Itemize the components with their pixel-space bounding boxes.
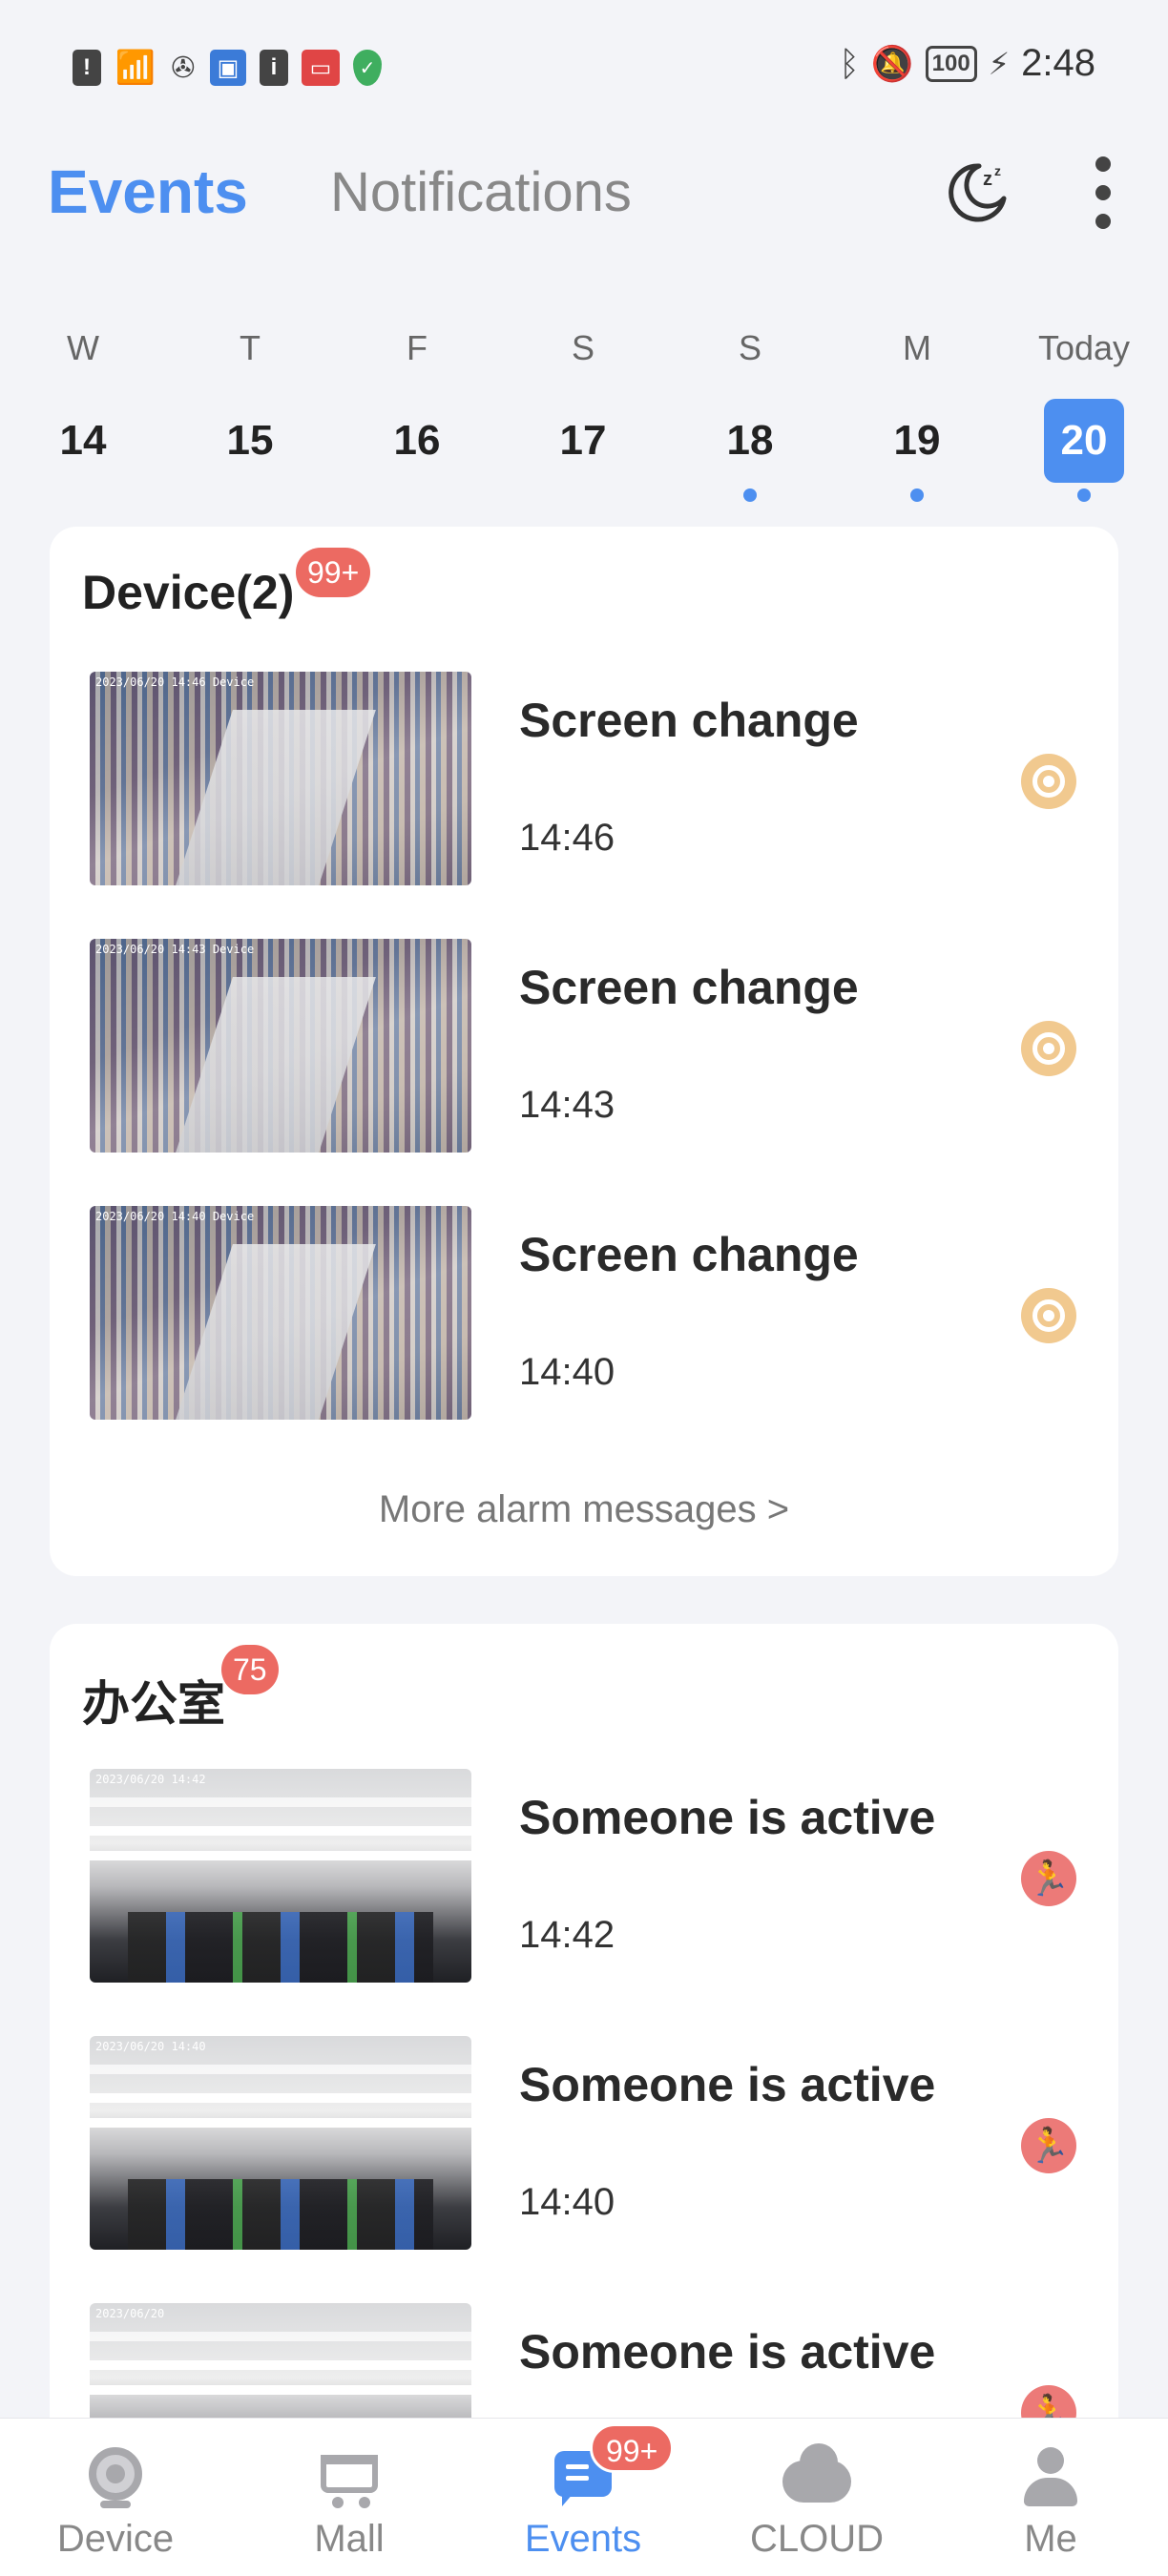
more-alarm-messages-link[interactable]: More alarm messages > <box>50 1488 1118 1531</box>
status-icons-left: ! 📶 ✇ ▣ i ▭ ✓ <box>73 50 382 86</box>
event-time: 14:40 <box>519 2181 615 2223</box>
alert-icon: ! <box>73 50 101 86</box>
shield-icon: ✓ <box>353 50 382 86</box>
event-item[interactable]: 2023/06/20 14:43 Device Screen change 14… <box>90 939 1082 1153</box>
event-time: 14:40 <box>519 1351 615 1393</box>
day-of-week: T <box>240 328 261 367</box>
day-20-today[interactable]: Today 20 <box>1027 324 1141 502</box>
bluetooth-icon: ᛒ <box>839 43 860 83</box>
group-title[interactable]: Device(2) <box>82 565 294 620</box>
event-time: 14:42 <box>519 1914 615 1956</box>
status-icons-right: ᛒ 🔕 100 ⚡ 2:48 <box>839 42 1095 85</box>
unread-badge: 99+ <box>296 548 371 597</box>
more-dot-icon <box>1095 156 1111 172</box>
nav-cloud[interactable]: CLOUD <box>712 2419 922 2576</box>
screen-change-icon <box>1021 1021 1076 1076</box>
motion-icon: 🏃 <box>1021 2118 1076 2173</box>
event-time: 14:46 <box>519 817 615 859</box>
event-snapshot[interactable]: 2023/06/20 14:46 Device <box>90 672 471 885</box>
nav-label: Device <box>56 2518 175 2560</box>
event-title: Someone is active <box>519 2058 936 2111</box>
cart-icon <box>321 2447 378 2508</box>
app-icon: ▣ <box>210 50 246 86</box>
nav-device[interactable]: Device <box>10 2419 220 2576</box>
svg-text:z: z <box>994 163 1001 178</box>
event-dot <box>1077 488 1091 502</box>
day-number: 16 <box>393 417 441 464</box>
day-19[interactable]: M 19 <box>860 324 974 502</box>
bottom-navigation: Device Mall Events CLOUD Me <box>0 2418 1168 2576</box>
cloud-icon <box>782 2443 851 2508</box>
event-item[interactable]: 2023/06/20 14:46 Device Screen change 14… <box>90 672 1082 885</box>
day-of-week: F <box>407 328 428 367</box>
event-group-card: Device(2) 99+ 2023/06/20 14:46 Device Sc… <box>50 527 1118 1576</box>
event-title: Screen change <box>519 961 859 1014</box>
day-17[interactable]: S 17 <box>526 324 640 502</box>
day-number: 14 <box>59 417 107 464</box>
header: Events Notifications z z <box>0 143 1168 248</box>
sim-icon: ✇ <box>171 52 196 84</box>
day-of-week: S <box>571 328 594 367</box>
nav-label: Me <box>1024 2518 1077 2560</box>
screen-change-icon <box>1021 754 1076 809</box>
day-number: 20 <box>1044 399 1124 483</box>
day-of-week: Today <box>1037 328 1131 367</box>
more-dot-icon <box>1095 214 1111 229</box>
day-number: 18 <box>726 417 774 464</box>
unread-badge: 75 <box>221 1645 279 1694</box>
events-unread-badge: 99+ <box>590 2423 675 2473</box>
battery-icon: 100 <box>925 45 977 82</box>
moon-icon: z z <box>949 163 1007 222</box>
nav-me[interactable]: Me <box>946 2419 1156 2576</box>
day-number: 17 <box>559 417 607 464</box>
event-item[interactable]: 2023/06/20 14:40 Someone is active 14:40… <box>90 2036 1082 2250</box>
date-selector: W 14 T 15 F 16 S 17 S 18 M 19 Today 20 <box>0 324 1168 506</box>
event-title: Screen change <box>519 1228 859 1281</box>
mute-icon: 🔕 <box>870 43 914 83</box>
nav-label: CLOUD <box>749 2518 885 2560</box>
day-16[interactable]: F 16 <box>360 324 474 502</box>
clock: 2:48 <box>1021 42 1095 84</box>
event-time: 14:43 <box>519 1084 615 1126</box>
more-dot-icon <box>1095 185 1111 200</box>
nav-label: Events <box>524 2518 642 2560</box>
day-of-week: M <box>903 328 931 367</box>
day-15[interactable]: T 15 <box>193 324 307 502</box>
event-group-card: 办公室 75 2023/06/20 14:42 Someone is activ… <box>50 1624 1118 2483</box>
status-bar: ! 📶 ✇ ▣ i ▭ ✓ ᛒ 🔕 100 ⚡ 2:48 <box>0 0 1168 134</box>
tab-events[interactable]: Events <box>48 156 248 227</box>
nav-label: Mall <box>314 2518 385 2560</box>
event-item[interactable]: 2023/06/20 14:42 Someone is active 14:42… <box>90 1769 1082 1983</box>
event-snapshot[interactable]: 2023/06/20 14:42 <box>90 1769 471 1983</box>
event-snapshot[interactable]: 2023/06/20 14:40 <box>90 2036 471 2250</box>
day-14[interactable]: W 14 <box>26 324 140 502</box>
tv-icon: ▭ <box>302 50 340 86</box>
tab-notifications[interactable]: Notifications <box>330 160 632 224</box>
screen-change-icon <box>1021 1288 1076 1343</box>
camera-icon <box>87 2447 144 2508</box>
group-title[interactable]: 办公室 <box>82 1666 225 1735</box>
event-snapshot[interactable]: 2023/06/20 14:40 Device <box>90 1206 471 1420</box>
wifi-icon: 📶 <box>115 50 156 86</box>
day-number: 19 <box>893 417 941 464</box>
event-title: Someone is active <box>519 2325 936 2379</box>
svg-text:z: z <box>983 169 992 190</box>
event-title: Screen change <box>519 694 859 747</box>
motion-icon: 🏃 <box>1021 1851 1076 1906</box>
charging-icon: ⚡ <box>988 46 1011 81</box>
event-snapshot[interactable]: 2023/06/20 14:43 Device <box>90 939 471 1153</box>
event-dot <box>743 488 757 502</box>
more-menu-button[interactable] <box>1084 156 1122 229</box>
person-icon <box>1022 2447 1079 2508</box>
nav-mall[interactable]: Mall <box>244 2419 454 2576</box>
event-title: Someone is active <box>519 1791 936 1844</box>
info-icon: i <box>260 50 288 86</box>
day-of-week: W <box>67 328 99 367</box>
day-18[interactable]: S 18 <box>693 324 807 502</box>
sleep-mode-button[interactable]: z z <box>941 156 1012 227</box>
day-number: 15 <box>226 417 274 464</box>
day-of-week: S <box>738 328 761 367</box>
event-item[interactable]: 2023/06/20 14:40 Device Screen change 14… <box>90 1206 1082 1420</box>
event-dot <box>910 488 924 502</box>
